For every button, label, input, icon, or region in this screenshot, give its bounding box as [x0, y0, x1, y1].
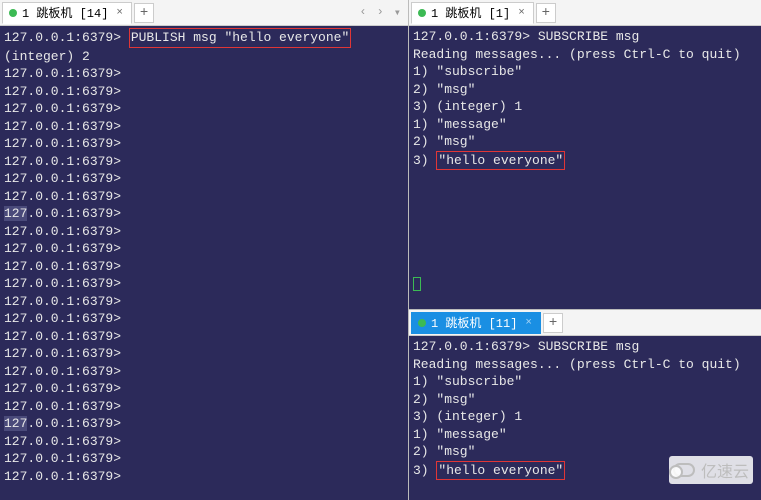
prompt: 127.0.0.1:6379>	[4, 294, 121, 309]
prompt: 127.0.0.1:6379>	[4, 364, 121, 379]
prompt: 127.0.0.1:6379>	[4, 329, 121, 344]
cloud-icon	[673, 463, 695, 477]
rbot-tabbar: 1 跳板机 [11] × +	[409, 310, 761, 336]
publish-command: PUBLISH msg "hello everyone"	[129, 28, 351, 48]
output-line: 2) "msg"	[413, 391, 757, 409]
prompt: 127.0.0.1:6379>	[4, 434, 121, 449]
close-icon[interactable]: ×	[523, 317, 534, 329]
prompt: 127.0.0.1:6379>	[4, 451, 121, 466]
tab-label: 1 跳板机 [11]	[431, 314, 517, 331]
prompt: 127.0.0.1:6379>	[4, 136, 121, 151]
tab-nav: ‹ › ▾	[356, 5, 404, 20]
prompt: 127.0.0.1:6379>	[4, 30, 129, 45]
status-dot-icon	[9, 9, 17, 17]
tab-label: 1 跳板机 [14]	[22, 4, 108, 21]
prompt: 127.0.0.1:6379>	[4, 119, 121, 134]
subscribe-command: SUBSCRIBE msg	[530, 29, 639, 44]
output-line: 2) "msg"	[413, 133, 757, 151]
nav-menu-icon[interactable]: ▾	[391, 5, 404, 20]
tab-rbot[interactable]: 1 跳板机 [11] ×	[411, 312, 541, 334]
status-dot-icon	[418, 319, 426, 327]
close-icon[interactable]: ×	[516, 7, 527, 19]
prompt: 127.0.0.1:6379>	[4, 346, 121, 361]
prompt: 127.0.0.1:6379>	[4, 381, 121, 396]
output-line: 1) "subscribe"	[413, 63, 757, 81]
left-tabbar: 1 跳板机 [14] × + ‹ › ▾	[0, 0, 408, 26]
prompt: 127.0.0.1:6379>	[4, 206, 121, 221]
right-pane: 1 跳板机 [1] × + 127.0.0.1:6379> SUBSCRIBE …	[409, 0, 761, 500]
prompt: 127.0.0.1:6379>	[4, 101, 121, 116]
output-line: (integer) 2	[4, 48, 404, 66]
tab-left[interactable]: 1 跳板机 [14] ×	[2, 2, 132, 24]
prompt: 127.0.0.1:6379>	[4, 171, 121, 186]
prompt: 127.0.0.1:6379>	[4, 399, 121, 414]
close-icon[interactable]: ×	[114, 7, 125, 19]
prompt: 127.0.0.1:6379>	[4, 224, 121, 239]
tab-rtop[interactable]: 1 跳板机 [1] ×	[411, 2, 534, 24]
prompt: 127.0.0.1:6379>	[4, 84, 121, 99]
prompt: 127.0.0.1:6379>	[4, 241, 121, 256]
prompt: 127.0.0.1:6379>	[4, 154, 121, 169]
status-dot-icon	[418, 9, 426, 17]
watermark: 亿速云	[669, 456, 753, 484]
prompt: 127.0.0.1:6379>	[4, 469, 121, 484]
output-line: Reading messages... (press Ctrl-C to qui…	[413, 46, 757, 64]
output-line: 3)	[413, 463, 436, 478]
output-line: 3) (integer) 1	[413, 98, 757, 116]
prompt: 127.0.0.1:6379>	[4, 276, 121, 291]
rtop-terminal[interactable]: 127.0.0.1:6379> SUBSCRIBE msg Reading mes…	[409, 26, 761, 309]
output-line: 2) "msg"	[413, 81, 757, 99]
add-tab-button[interactable]: +	[536, 3, 556, 23]
output-line: 1) "subscribe"	[413, 373, 757, 391]
received-message: "hello everyone"	[436, 461, 565, 481]
prompt: 127.0.0.1:6379>	[4, 66, 121, 81]
add-tab-button[interactable]: +	[134, 3, 154, 23]
left-terminal[interactable]: 127.0.0.1:6379> PUBLISH msg "hello every…	[0, 26, 408, 500]
prompt: 127.0.0.1:6379>	[4, 416, 121, 431]
prompt: 127.0.0.1:6379>	[4, 189, 121, 204]
output-line: 3) (integer) 1	[413, 408, 757, 426]
prompt: 127.0.0.1:6379>	[4, 311, 121, 326]
received-message: "hello everyone"	[436, 151, 565, 171]
output-line: 3)	[413, 153, 436, 168]
watermark-text: 亿速云	[701, 458, 749, 482]
rtop-tabbar: 1 跳板机 [1] × +	[409, 0, 761, 26]
right-top-pane: 1 跳板机 [1] × + 127.0.0.1:6379> SUBSCRIBE …	[409, 0, 761, 310]
nav-next-icon[interactable]: ›	[374, 5, 387, 20]
tab-label: 1 跳板机 [1]	[431, 4, 510, 21]
add-tab-button[interactable]: +	[543, 313, 563, 333]
output-line: 1) "message"	[413, 426, 757, 444]
left-pane: 1 跳板机 [14] × + ‹ › ▾ 127.0.0.1:6379> PUB…	[0, 0, 409, 500]
output-line: 1) "message"	[413, 116, 757, 134]
nav-prev-icon[interactable]: ‹	[356, 5, 369, 20]
cursor-icon	[413, 277, 421, 291]
prompt: 127.0.0.1:6379>	[4, 259, 121, 274]
subscribe-command: SUBSCRIBE msg	[530, 339, 639, 354]
prompt: 127.0.0.1:6379>	[413, 339, 530, 354]
prompt: 127.0.0.1:6379>	[413, 29, 530, 44]
output-line: Reading messages... (press Ctrl-C to qui…	[413, 356, 757, 374]
